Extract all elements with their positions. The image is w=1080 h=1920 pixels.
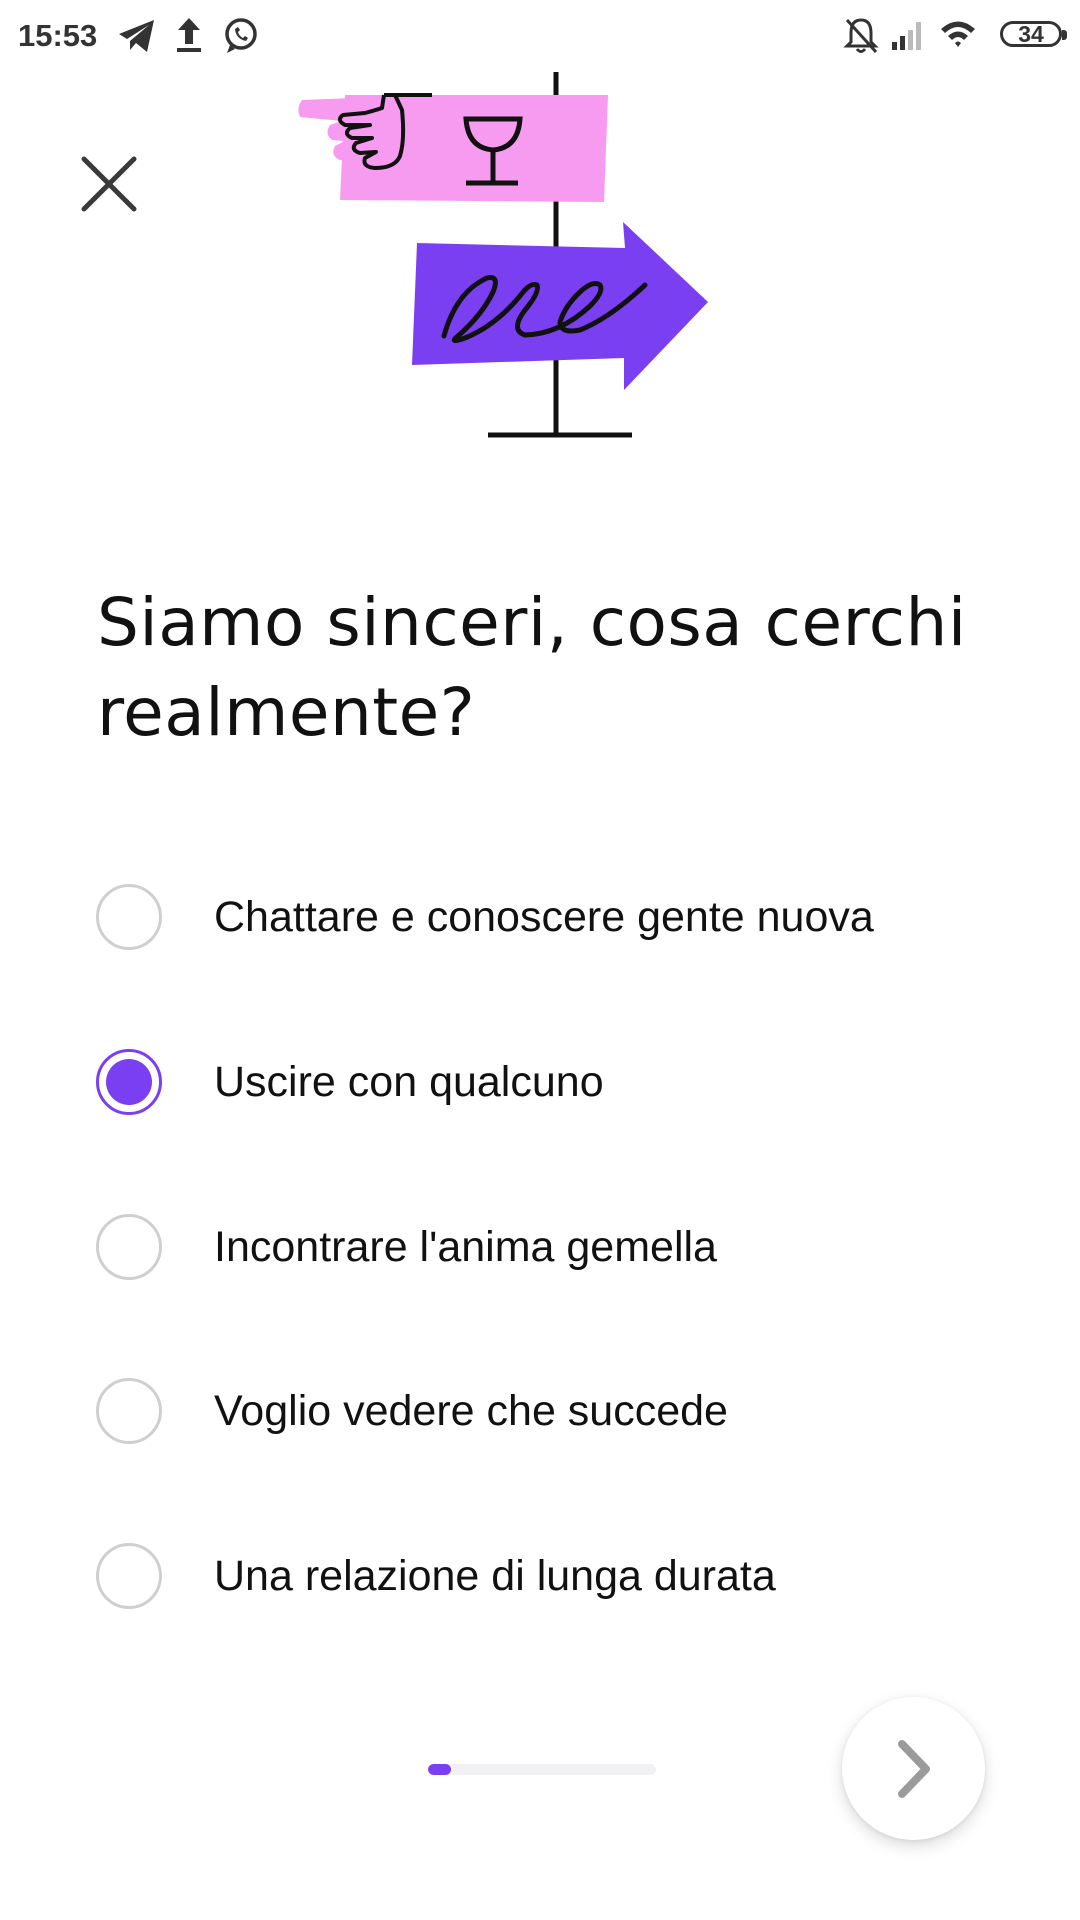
progress-fill bbox=[428, 1764, 451, 1775]
close-icon bbox=[81, 156, 137, 212]
bell-off-icon bbox=[843, 18, 879, 54]
radio-button[interactable] bbox=[96, 1543, 162, 1609]
option-label: Una relazione di lunga durata bbox=[214, 1551, 776, 1600]
question-title: Siamo sinceri, cosa cerchi realmente? bbox=[97, 584, 967, 751]
radio-button[interactable] bbox=[96, 1214, 162, 1280]
option-see-what-happens[interactable]: Voglio vedere che succede bbox=[96, 1356, 996, 1466]
wifi-icon bbox=[941, 21, 975, 47]
onboarding-screen: 15:53 34 Siamo sinceri, cosa cerchi real… bbox=[0, 0, 1080, 1920]
whatsapp-icon bbox=[225, 18, 257, 53]
radio-button[interactable] bbox=[96, 1378, 162, 1444]
signal-icon bbox=[892, 22, 921, 50]
signpost-illustration bbox=[298, 72, 708, 438]
option-long-term[interactable]: Una relazione di lunga durata bbox=[96, 1521, 996, 1631]
battery-icon: 34 bbox=[1000, 21, 1067, 47]
option-date[interactable]: Uscire con qualcuno bbox=[96, 1027, 996, 1137]
chevron-right-icon bbox=[897, 1739, 930, 1798]
option-label: Voglio vedere che succede bbox=[214, 1386, 728, 1435]
option-label: Chattare e conoscere gente nuova bbox=[214, 892, 874, 941]
progress-track bbox=[428, 1764, 656, 1775]
telegram-icon bbox=[119, 20, 154, 52]
next-button[interactable] bbox=[842, 1697, 985, 1840]
battery-tip bbox=[1062, 30, 1067, 40]
option-label: Uscire con qualcuno bbox=[214, 1057, 604, 1106]
option-chat[interactable]: Chattare e conoscere gente nuova bbox=[96, 862, 996, 972]
radio-button[interactable] bbox=[96, 884, 162, 950]
option-label: Incontrare l'anima gemella bbox=[214, 1222, 717, 1271]
status-time: 15:53 bbox=[18, 18, 98, 53]
radio-button-selected[interactable] bbox=[96, 1049, 162, 1115]
upload-icon bbox=[177, 18, 201, 52]
status-right-icons: 34 bbox=[842, 12, 1067, 60]
status-bar: 15:53 34 bbox=[0, 0, 1080, 72]
option-soulmate[interactable]: Incontrare l'anima gemella bbox=[96, 1192, 996, 1302]
radio-selected-dot bbox=[106, 1059, 152, 1105]
close-button[interactable] bbox=[70, 145, 148, 223]
battery-level: 34 bbox=[1018, 21, 1044, 47]
